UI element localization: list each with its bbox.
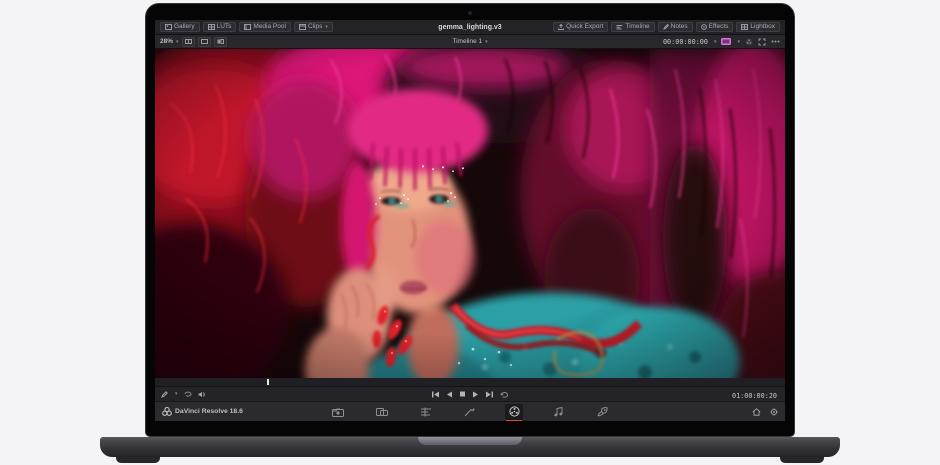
lightbox-label: Lightbox [750,24,775,31]
playhead-marker[interactable] [267,379,269,385]
viewer-toolbar-left: 28% ▾ [160,37,227,47]
color-page-viewer[interactable] [155,49,785,378]
page-bar-right [752,408,778,416]
top-toolbar: Gallery LUTs Media Pool Clips ▾ [155,20,785,35]
quick-export-button[interactable]: Quick Export [553,22,608,33]
gallery-button[interactable]: Gallery [160,22,200,33]
record-timecode: 01:00:00:20 [732,392,777,400]
viewer-zoom-value: 28% [160,38,173,45]
media-page-icon [332,407,344,417]
loop-playback-icon[interactable] [501,391,509,398]
luts-icon [208,24,215,30]
fairlight-page-icon [553,407,564,417]
screenshot-stage: Gallery LUTs Media Pool Clips ▾ [0,0,940,465]
viewer-toolbar: 28% ▾ Timeline 1 ▾ 00:00:00:00 ▾ ▾ [155,35,785,49]
viewer-zoom-control[interactable]: 28% ▾ [160,38,179,45]
skip-end-icon[interactable] [486,391,494,398]
page-fusion-button[interactable] [461,404,479,420]
timeline-name: Timeline 1 [452,38,482,45]
page-edit-button[interactable] [417,404,435,420]
split-screen-button[interactable] [198,37,211,47]
clips-button[interactable]: Clips ▾ [294,22,333,33]
laptop-screen: Gallery LUTs Media Pool Clips ▾ [145,3,795,437]
media-pool-label: Media Pool [253,24,286,31]
chevron-down-icon: ▾ [176,39,179,45]
chevron-down-icon: ▾ [485,39,488,45]
wipe-mode-button[interactable] [182,37,195,47]
more-options-icon[interactable] [771,40,780,43]
annotate-tool-icon[interactable] [161,391,168,398]
cut-page-icon [376,407,388,417]
edit-page-icon [420,407,432,417]
fusion-page-icon [464,407,476,417]
page-media-button[interactable] [329,404,347,420]
notes-label: Notes [671,24,688,31]
settings-gear-icon[interactable] [770,408,778,416]
davinci-resolve-window: Gallery LUTs Media Pool Clips ▾ [155,20,785,421]
chevron-down-icon: ▾ [325,25,328,30]
play-reverse-icon[interactable] [447,391,453,398]
webcam-icon [468,11,472,15]
quick-export-icon [558,24,564,30]
gallery-icon [165,24,172,30]
effects-button[interactable]: Effects [696,22,734,33]
notes-icon [663,24,669,30]
home-icon[interactable] [752,408,761,416]
davinci-resolve-logo-icon [162,407,172,416]
audio-mute-icon[interactable] [198,391,207,398]
effects-icon [701,24,707,30]
media-pool-icon [244,24,251,30]
project-title: gemma_lighting.v3 [438,24,501,31]
play-icon[interactable] [473,391,479,398]
page-cut-button[interactable] [373,404,391,420]
effects-label: Effects [709,24,729,31]
clips-label: Clips [308,24,322,31]
notes-button[interactable]: Notes [658,22,693,33]
media-pool-button[interactable]: Media Pool [239,22,291,33]
page-deliver-button[interactable] [593,404,611,420]
luts-button[interactable]: LUTs [203,22,237,33]
timeline-selector[interactable]: Timeline 1 ▾ [452,38,487,45]
laptop-base [100,437,840,457]
stop-icon[interactable] [460,391,466,397]
gallery-label: Gallery [174,24,195,31]
page-buttons [329,404,611,420]
chevron-down-icon: ▾ [737,39,740,45]
chevron-down-icon: ▾ [714,39,717,45]
lightbox-icon [741,24,748,30]
quick-export-label: Quick Export [566,24,603,31]
transport-bar: ▾ 01:00:00:20 [155,387,785,401]
cinema-viewer-icon[interactable] [721,38,731,45]
highlight-button[interactable] [214,37,227,47]
app-version-label: DaVinci Resolve 18.6 [175,408,243,415]
viewer-toolbar-right: 00:00:00:00 ▾ ▾ [663,38,780,46]
toolbar-right-group: Quick Export Timeline Notes Effects [553,22,780,33]
color-viewer-icon[interactable] [745,38,753,46]
loop-range-icon[interactable] [184,391,192,397]
chevron-down-icon: ▾ [175,391,178,397]
laptop-lid-notch [418,437,522,445]
timeline-icon [616,24,623,30]
viewer-scrubber[interactable] [155,378,785,387]
skip-start-icon[interactable] [432,391,440,398]
page-fairlight-button[interactable] [549,404,567,420]
source-timecode: 00:00:00:00 [663,38,708,46]
lightbox-button[interactable]: Lightbox [736,22,780,33]
luts-label: LUTs [217,24,232,31]
color-page-icon [509,406,520,417]
app-brand: DaVinci Resolve 18.6 [162,407,243,416]
transport-controls [432,391,509,398]
timeline-view-button[interactable]: Timeline [611,22,654,33]
toolbar-left-group: Gallery LUTs Media Pool Clips ▾ [160,22,333,33]
expand-viewer-icon[interactable] [758,38,766,46]
timeline-view-label: Timeline [625,24,649,31]
deliver-page-icon [597,407,608,417]
page-navigation-bar: DaVinci Resolve 18.6 [155,401,785,421]
viewer-image [155,49,785,378]
clips-icon [299,24,306,30]
page-color-button[interactable] [505,404,523,420]
